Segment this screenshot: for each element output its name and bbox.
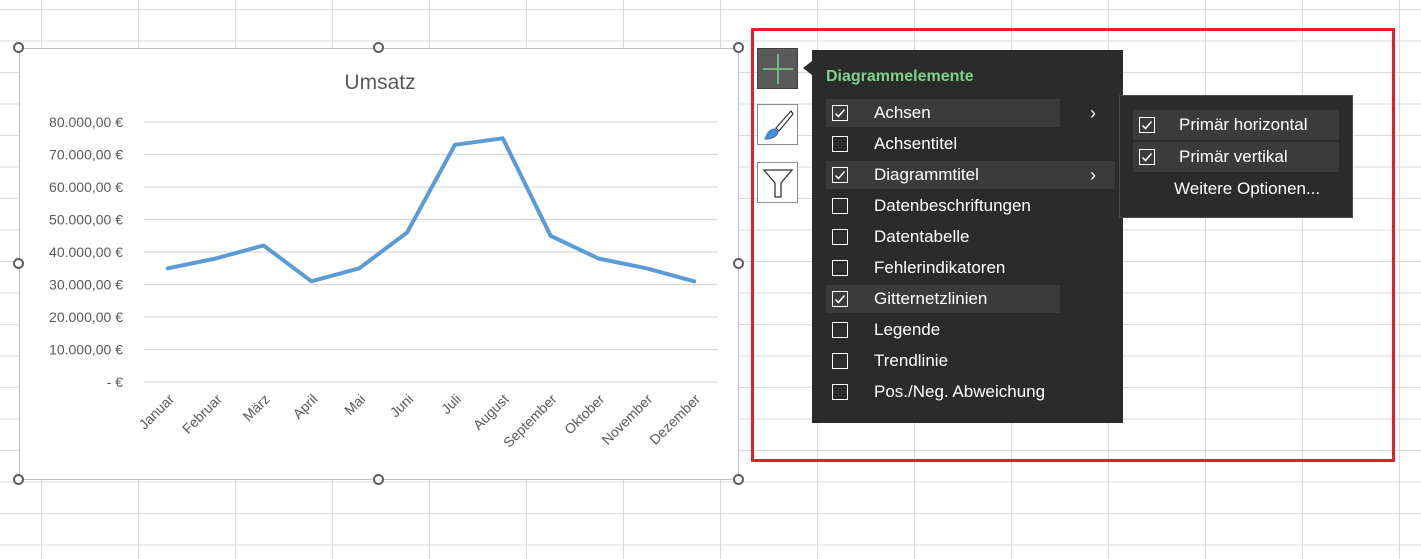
- option-diagrammtitel[interactable]: Diagrammtitel: [826, 161, 1115, 189]
- axes-submenu: Primär horizontal Primär vertikal Weiter…: [1119, 95, 1353, 218]
- option-trendlinie[interactable]: Trendlinie: [826, 347, 1060, 375]
- chart-filters-button[interactable]: [757, 162, 798, 203]
- plus-icon: [762, 53, 793, 84]
- x-tick-label: Februar: [179, 391, 225, 437]
- chevron-right-icon[interactable]: ›: [1090, 103, 1096, 124]
- checkbox-gitternetzlinien[interactable]: [832, 291, 848, 307]
- option-label: Pos./Neg. Abweichung: [874, 382, 1046, 401]
- y-tick-label: 40.000,00 €: [49, 244, 123, 260]
- checkbox-datenbeschriftungen[interactable]: [832, 198, 848, 214]
- x-tick-label: April: [289, 391, 320, 422]
- y-tick-label: 70.000,00 €: [49, 147, 123, 163]
- y-tick-label: 20.000,00 €: [49, 309, 123, 325]
- more-options-link[interactable]: Weitere Optionen...: [1174, 179, 1320, 199]
- panel-title: Diagrammelemente: [826, 68, 974, 85]
- resize-handle-top-center[interactable]: [373, 42, 384, 53]
- option-label: Primär vertikal: [1179, 147, 1288, 166]
- checkbox-primaer-horizontal[interactable]: [1139, 117, 1155, 133]
- chart-elements-panel: Diagrammelemente Achsen › Achsentitel Di…: [812, 50, 1123, 423]
- option-achsentitel[interactable]: Achsentitel: [826, 130, 1060, 158]
- option-fehlerindikatoren[interactable]: Fehlerindikatoren: [826, 254, 1060, 282]
- checkbox-achsentitel[interactable]: [832, 136, 848, 152]
- x-tick-label: Juli: [438, 391, 464, 417]
- option-label: Legende: [874, 320, 941, 339]
- x-tick-label: Januar: [135, 391, 177, 433]
- y-tick-label: 10.000,00 €: [49, 342, 123, 358]
- option-label: Achsentitel: [874, 134, 958, 153]
- series-line: [165, 136, 697, 284]
- resize-handle-bottom-left[interactable]: [13, 474, 24, 485]
- x-tick-label: Juni: [387, 391, 416, 420]
- y-tick-label: 60.000,00 €: [49, 179, 123, 195]
- chevron-right-icon[interactable]: ›: [1090, 165, 1096, 186]
- checkbox-achsen[interactable]: [832, 105, 848, 121]
- resize-handle-middle-left[interactable]: [13, 258, 24, 269]
- filter-icon: [762, 168, 793, 198]
- line-chart: Umsatz - € 10.000,00 € 20.000,00 € 30.000,00…: [49, 71, 718, 451]
- check-icon: [1141, 121, 1153, 130]
- option-datenbeschriftungen[interactable]: Datenbeschriftungen: [826, 192, 1060, 220]
- check-icon: [834, 295, 846, 304]
- resize-handle-bottom-center[interactable]: [373, 474, 384, 485]
- option-gitternetzlinien[interactable]: Gitternetzlinien: [826, 285, 1060, 313]
- y-tick-label: - €: [107, 374, 124, 390]
- checkbox-primaer-vertikal[interactable]: [1139, 149, 1155, 165]
- option-primaer-horizontal[interactable]: Primär horizontal: [1133, 110, 1339, 140]
- option-label: Trendlinie: [874, 351, 949, 370]
- checkbox-trendlinie[interactable]: [832, 353, 848, 369]
- option-label: Diagrammtitel: [874, 165, 979, 184]
- check-icon: [1141, 153, 1153, 162]
- option-label: Achsen: [874, 103, 931, 122]
- x-tick-label: November: [598, 391, 655, 448]
- option-label: Datenbeschriftungen: [874, 196, 1031, 215]
- option-label: Gitternetzlinien: [874, 289, 988, 308]
- resize-handle-top-left[interactable]: [13, 42, 24, 53]
- x-tick-label: März: [239, 391, 272, 424]
- x-tick-label: Dezember: [646, 391, 703, 448]
- check-icon: [834, 171, 846, 180]
- option-legende[interactable]: Legende: [826, 316, 1060, 344]
- check-icon: [834, 109, 846, 118]
- panel-pointer: [803, 61, 812, 75]
- chart-styles-button[interactable]: [757, 104, 798, 145]
- resize-handle-middle-right[interactable]: [733, 258, 744, 269]
- option-primaer-vertikal[interactable]: Primär vertikal: [1133, 142, 1339, 172]
- chart-elements-button[interactable]: [757, 48, 798, 89]
- chart-area[interactable]: Umsatz - € 10.000,00 € 20.000,00 € 30.000,00…: [19, 48, 739, 480]
- option-pos-neg-abweichung[interactable]: Pos./Neg. Abweichung: [826, 378, 1060, 406]
- checkbox-legende[interactable]: [832, 322, 848, 338]
- resize-handle-bottom-right[interactable]: [733, 474, 744, 485]
- y-tick-label: 80.000,00 €: [49, 114, 123, 130]
- resize-handle-top-right[interactable]: [733, 42, 744, 53]
- option-achsen[interactable]: Achsen: [826, 99, 1060, 127]
- chart-title: Umsatz: [344, 71, 415, 94]
- y-tick-label: 30.000,00 €: [49, 277, 123, 293]
- y-tick-label: 50.000,00 €: [49, 212, 123, 228]
- x-tick-label: Oktober: [561, 391, 608, 438]
- checkbox-datentabelle[interactable]: [832, 229, 848, 245]
- paintbrush-icon: [763, 109, 794, 140]
- option-label: Fehlerindikatoren: [874, 258, 1006, 277]
- option-label: Primär horizontal: [1179, 115, 1308, 134]
- checkbox-diagrammtitel[interactable]: [832, 167, 848, 183]
- x-tick-label: August: [470, 391, 512, 433]
- x-tick-label: Mai: [341, 391, 368, 418]
- option-datentabelle[interactable]: Datentabelle: [826, 223, 1060, 251]
- checkbox-fehlerindikatoren[interactable]: [832, 260, 848, 276]
- checkbox-pos-neg-abweichung[interactable]: [832, 384, 848, 400]
- option-label: Datentabelle: [874, 227, 970, 246]
